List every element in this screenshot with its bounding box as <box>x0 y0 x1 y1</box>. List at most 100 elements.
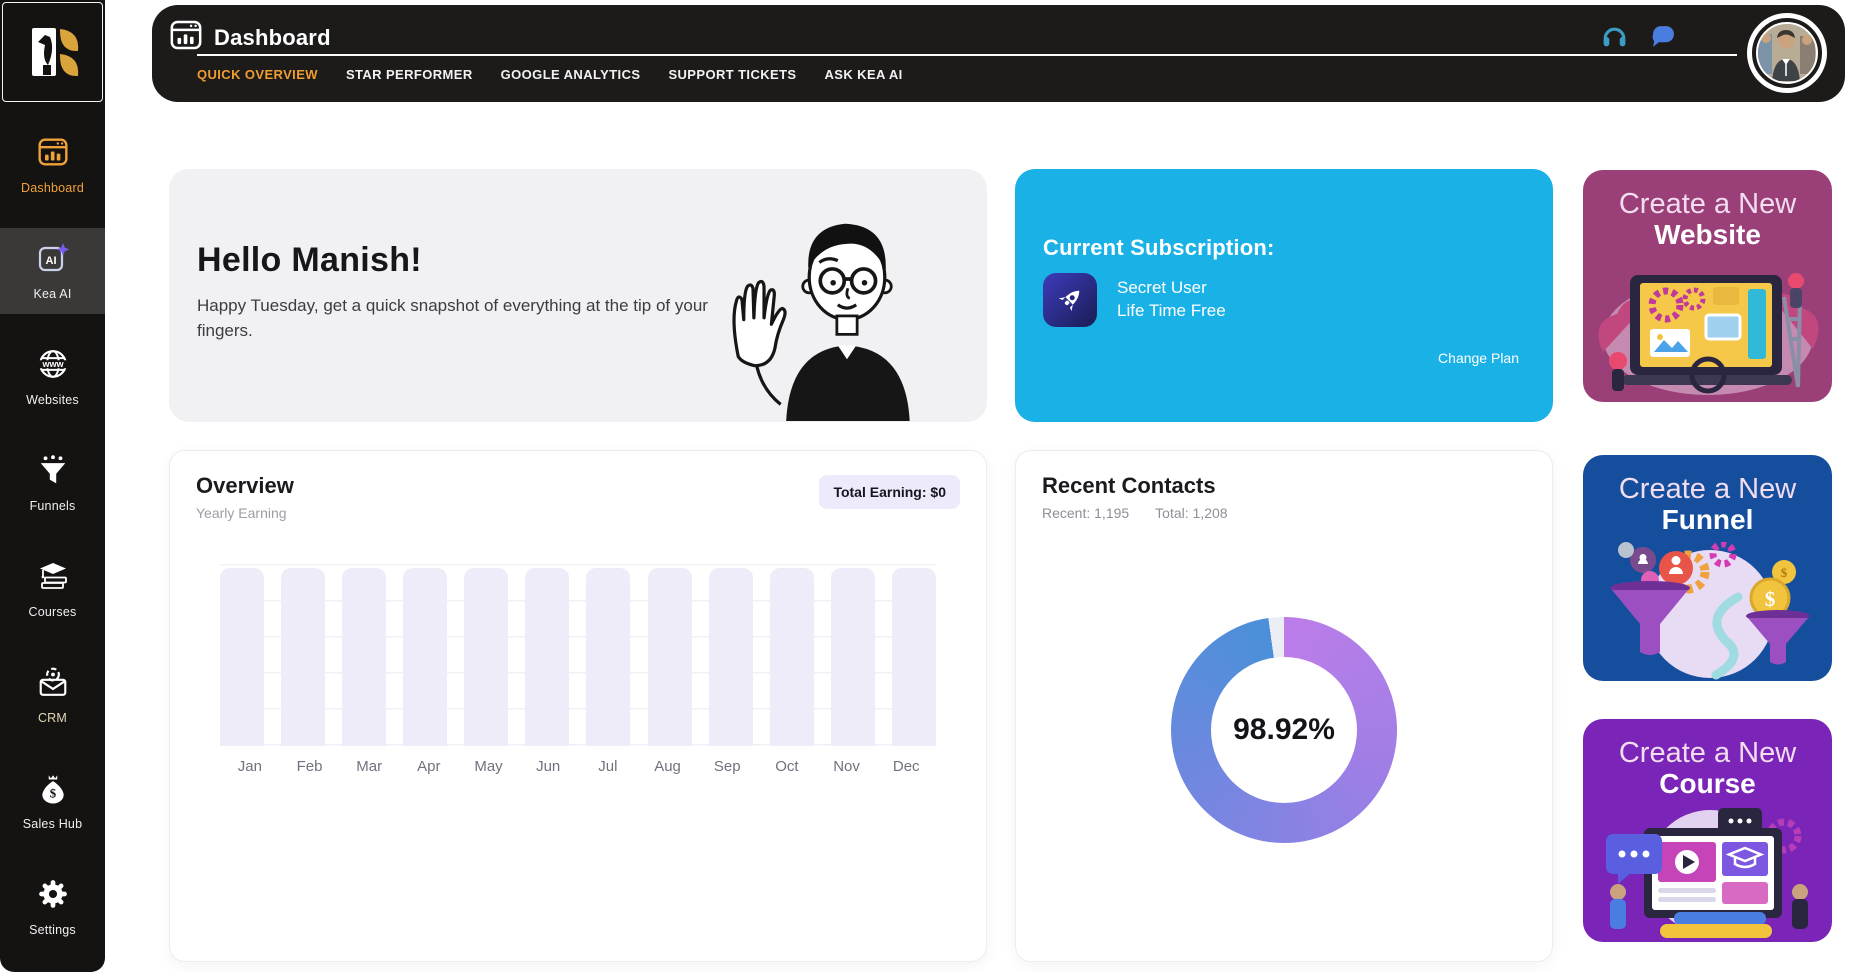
bar-apr <box>403 568 447 746</box>
app-window: Dashboard AI Kea AI <box>0 0 1858 972</box>
tab-star-performer[interactable]: STAR PERFORMER <box>346 67 473 82</box>
globe-www-icon: www <box>37 348 69 385</box>
greeting-title: Hello Manish! <box>197 241 717 280</box>
courses-icon <box>36 560 70 597</box>
x-tick: Jul <box>578 758 638 775</box>
promo-card-create-funnel[interactable]: Create a New Funnel $ $ <box>1583 455 1832 681</box>
sidebar-item-crm[interactable]: CRM <box>0 652 105 738</box>
x-tick: Aug <box>638 758 698 775</box>
sidebar-item-courses[interactable]: Courses <box>0 546 105 632</box>
tab-ask-kea-ai[interactable]: ASK KEA AI <box>825 67 903 82</box>
sidebar-item-funnels[interactable]: Funnels <box>0 440 105 526</box>
chat-icon[interactable] <box>1650 23 1677 55</box>
bar-jul <box>586 568 630 746</box>
x-tick: Dec <box>876 758 936 775</box>
x-tick: Nov <box>817 758 877 775</box>
promo-line2: Funnel <box>1583 504 1832 536</box>
sidebar-item-label: Kea AI <box>33 287 71 301</box>
sidebar-item-label: Courses <box>29 605 77 619</box>
sidebar-item-label: Funnels <box>30 499 76 513</box>
promo-line2: Course <box>1583 768 1832 800</box>
tab-quick-overview[interactable]: QUICK OVERVIEW <box>197 67 318 82</box>
course-illustration <box>1588 806 1828 942</box>
x-tick: Sep <box>697 758 757 775</box>
sidebar-item-settings[interactable]: Settings <box>0 864 105 950</box>
dashboard-window-icon <box>169 18 203 57</box>
x-tick: Apr <box>399 758 459 775</box>
avatar[interactable] <box>1747 13 1827 93</box>
x-tick: Jan <box>220 758 280 775</box>
bar-jun <box>525 568 569 746</box>
svg-text:$: $ <box>49 786 56 800</box>
sidebar-item-label: Settings <box>29 923 76 937</box>
rocket-icon <box>1043 273 1097 327</box>
subscription-user: Secret User <box>1117 277 1226 300</box>
website-builder-illustration <box>1588 257 1828 397</box>
bar-jan <box>220 568 264 746</box>
tab-support-tickets[interactable]: SUPPORT TICKETS <box>668 67 796 82</box>
dashboard-icon <box>37 136 69 173</box>
promo-line1: Create a New <box>1583 737 1832 770</box>
sidebar-item-label: Sales Hub <box>23 817 82 831</box>
sidebar: Dashboard AI Kea AI <box>0 0 105 972</box>
promo-line1: Create a New <box>1583 473 1832 506</box>
overview-subtitle: Yearly Earning <box>196 505 287 521</box>
header-divider <box>197 54 1737 56</box>
promo-line1: Create a New <box>1583 188 1832 221</box>
sidebar-item-sales-hub[interactable]: $ Sales Hub <box>0 758 105 844</box>
kea-bird-logo-icon <box>22 21 84 83</box>
funnel-illustration: $ $ <box>1588 542 1828 681</box>
promo-line2: Website <box>1583 219 1832 251</box>
change-plan-button[interactable]: Change Plan <box>1438 350 1519 366</box>
bar-sep <box>709 568 753 746</box>
sidebar-menu: Dashboard AI Kea AI <box>0 104 105 950</box>
avatar-photo <box>1756 22 1818 84</box>
svg-text:AI: AI <box>45 255 56 267</box>
recent-contacts-card: Recent Contacts Recent: 1,195 Total: 1,2… <box>1015 450 1553 962</box>
sidebar-item-label: CRM <box>38 711 67 725</box>
headset-support-icon[interactable] <box>1601 23 1628 55</box>
x-tick: Jun <box>518 758 578 775</box>
subscription-heading: Current Subscription: <box>1043 235 1275 261</box>
promo-card-create-website[interactable]: Create a New Website <box>1583 170 1832 402</box>
app-logo[interactable] <box>2 2 103 102</box>
subscription-plan: Life Time Free <box>1117 300 1226 323</box>
sidebar-item-dashboard[interactable]: Dashboard <box>0 122 105 208</box>
funnel-icon <box>37 454 69 491</box>
sidebar-item-websites[interactable]: www Websites <box>0 334 105 420</box>
bar-feb <box>281 568 325 746</box>
header: Dashboard QUICK OVERVIEW STAR PERFORMER … <box>152 5 1845 102</box>
total-count-label: Total: 1,208 <box>1155 505 1227 521</box>
bar-mar <box>342 568 386 746</box>
crm-icon <box>37 666 69 703</box>
promo-card-create-course[interactable]: Create a New Course <box>1583 719 1832 942</box>
x-tick: Oct <box>757 758 817 775</box>
page-title: Dashboard <box>214 25 331 51</box>
money-bag-icon: $ <box>37 772 69 809</box>
overview-card: Overview Yearly Earning Total Earning: $… <box>169 450 987 962</box>
kea-ai-icon: AI <box>36 242 70 279</box>
gear-icon <box>37 878 69 915</box>
waving-man-illustration <box>710 209 925 422</box>
donut-center-percent: 98.92% <box>1233 713 1335 747</box>
total-earning-badge: Total Earning: $0 <box>819 475 960 509</box>
recent-contacts-donut-chart: 98.92% <box>1171 617 1397 843</box>
x-tick: May <box>459 758 519 775</box>
bar-oct <box>770 568 814 746</box>
x-tick: Mar <box>339 758 399 775</box>
bar-dec <box>892 568 936 746</box>
recent-count-label: Recent: 1,195 <box>1042 505 1129 521</box>
x-axis-labels: Jan Feb Mar Apr May Jun Jul Aug Sep Oct … <box>220 758 936 775</box>
sidebar-item-kea-ai[interactable]: AI Kea AI <box>0 228 105 314</box>
svg-text:$: $ <box>1780 565 1787 580</box>
header-tabs: QUICK OVERVIEW STAR PERFORMER GOOGLE ANA… <box>197 67 903 82</box>
x-tick: Feb <box>280 758 340 775</box>
greeting-subtitle: Happy Tuesday, get a quick snapshot of e… <box>197 294 717 343</box>
svg-text:$: $ <box>1764 587 1775 611</box>
recent-contacts-title: Recent Contacts <box>1042 473 1216 499</box>
greeting-card: Hello Manish! Happy Tuesday, get a quick… <box>169 169 987 422</box>
bar-may <box>464 568 508 746</box>
tab-google-analytics[interactable]: GOOGLE ANALYTICS <box>501 67 641 82</box>
bar-nov <box>831 568 875 746</box>
bar-aug <box>648 568 692 746</box>
